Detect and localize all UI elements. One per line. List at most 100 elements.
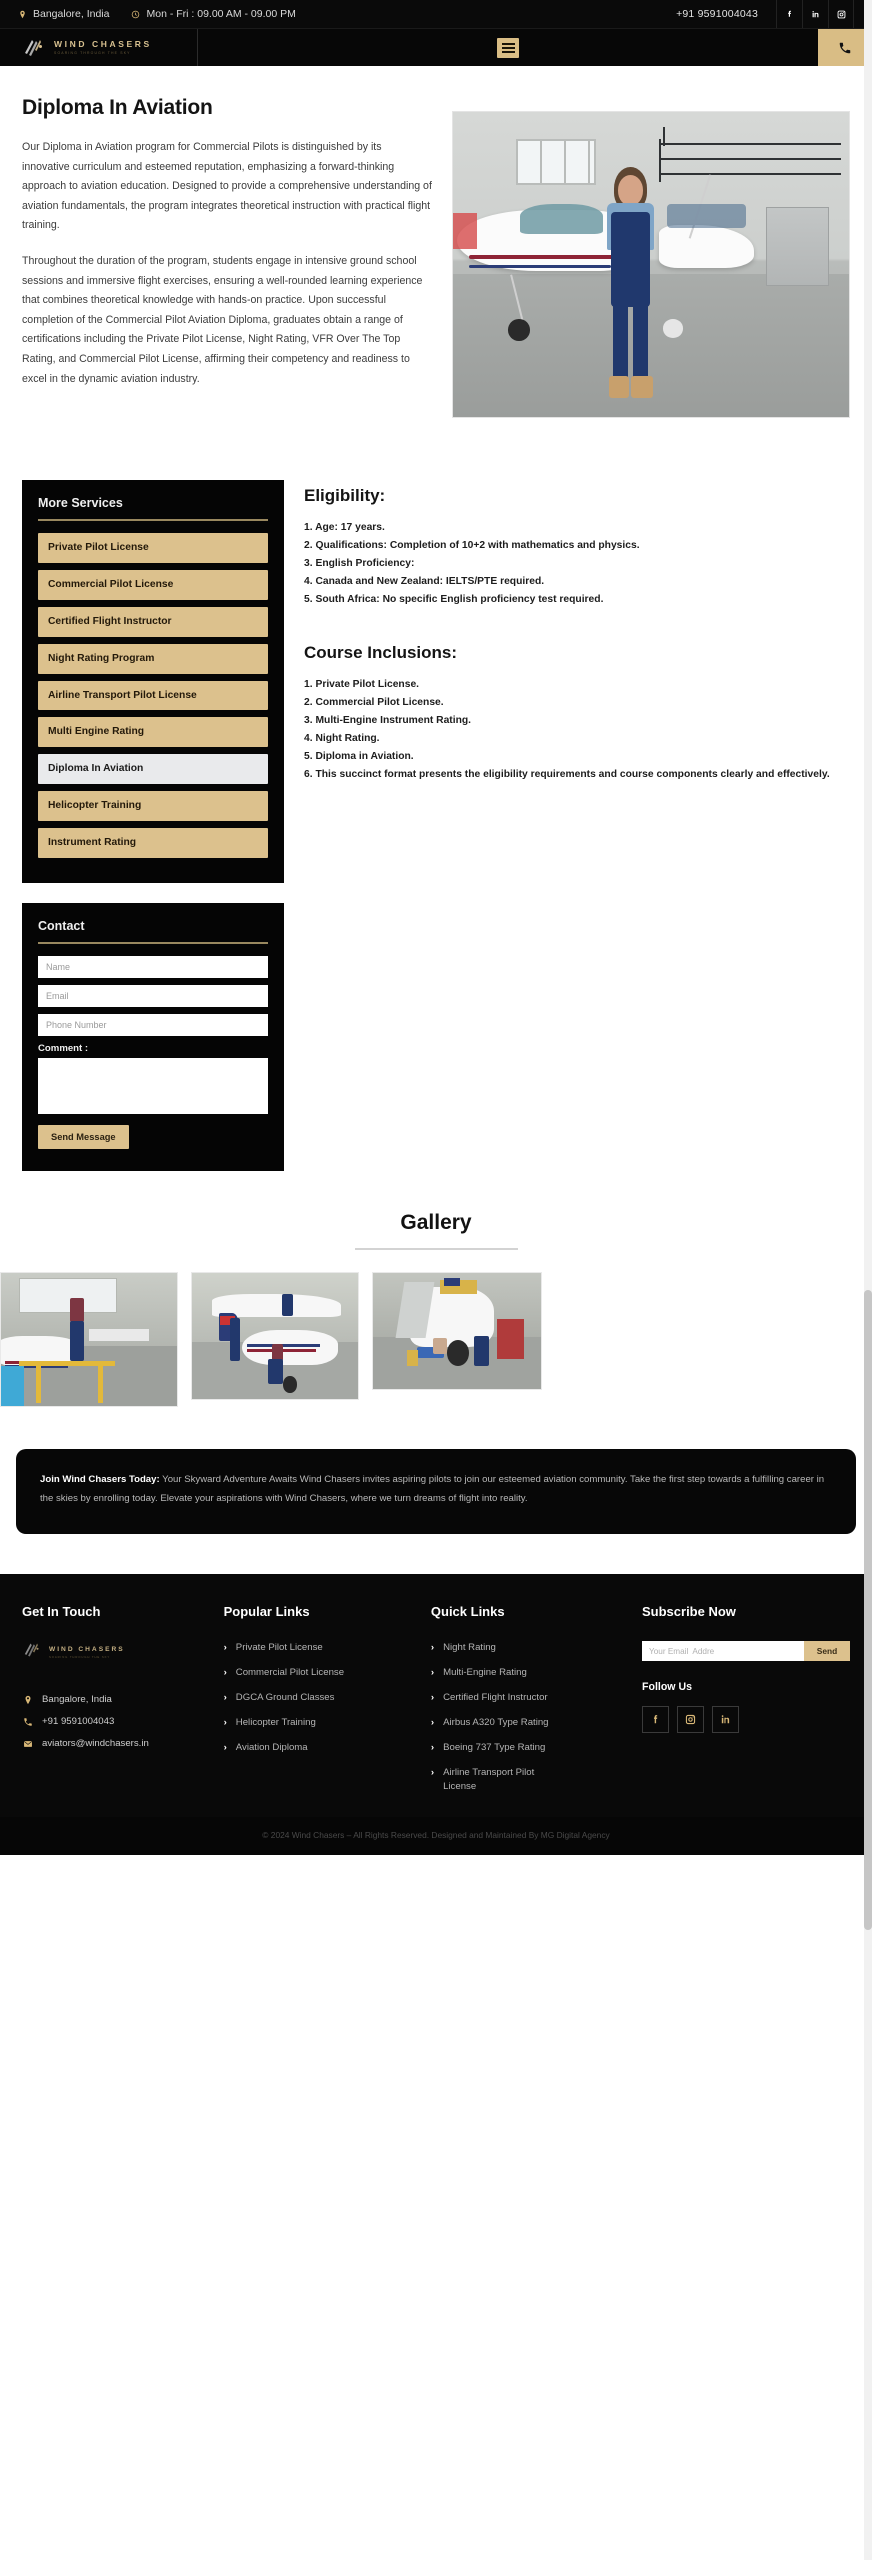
service-item-active[interactable]: Diploma In Aviation: [38, 754, 268, 785]
service-item[interactable]: Airline Transport Pilot License: [38, 680, 268, 711]
chevron-right-icon: ›: [223, 1717, 227, 1729]
chevron-right-icon: ›: [223, 1692, 227, 1704]
clock-icon: [131, 10, 140, 19]
chevron-right-icon: ›: [430, 1667, 435, 1679]
eligibility-list: 1. Age: 17 years. 2. Qualifications: Com…: [304, 519, 850, 609]
topbar-phone[interactable]: +91 9591004043: [676, 8, 758, 20]
topbar-location-text: Bangalore, India: [33, 8, 110, 20]
cta-lead: Join Wind Chasers Today:: [40, 1474, 160, 1486]
logo-name-text: WIND CHASERS: [54, 39, 152, 50]
footer-link-label: Helicopter Training: [235, 1717, 316, 1729]
footer-popular-links-title: Popular Links: [223, 1604, 310, 1620]
footer-get-in-touch: Get In Touch WIND CHASERS SOARING THROUG…: [22, 1604, 224, 1804]
footer-link[interactable]: › Airbus A320 Type Rating: [431, 1716, 642, 1730]
footer-email[interactable]: aviators@windchasers.in: [22, 1738, 224, 1749]
footer-logo-wordmark: WIND CHASERS SOARING THROUGH THE SKY: [49, 1645, 125, 1660]
footer-email-text: aviators@windchasers.in: [42, 1738, 149, 1750]
subscribe-email-input[interactable]: [642, 1641, 804, 1662]
gallery-image-1[interactable]: [0, 1272, 178, 1408]
course-inclusions-list: 1. Private Pilot License. 2. Commercial …: [304, 676, 850, 784]
hero-paragraph-1: Our Diploma in Aviation program for Comm…: [22, 141, 432, 232]
top-info-bar: Bangalore, India Mon - Fri : 09.00 AM - …: [0, 0, 872, 28]
footer-link[interactable]: › Boeing 737 Type Rating: [431, 1741, 642, 1755]
email-field[interactable]: [38, 985, 268, 1008]
footer-link[interactable]: › Certified Flight Instructor: [431, 1691, 642, 1705]
footer-link[interactable]: › Airline Transport Pilot License: [431, 1766, 642, 1794]
phone-icon: [22, 1717, 33, 1727]
nav-center-area: [198, 29, 818, 66]
footer-link[interactable]: › Aviation Diploma: [224, 1741, 431, 1755]
footer-subscribe: Subscribe Now Send Follow Us: [642, 1604, 850, 1804]
page-scrollbar-thumb[interactable]: [864, 1290, 872, 1930]
right-content-column: Eligibility: 1. Age: 17 years. 2. Qualif…: [304, 480, 850, 784]
main-content: More Services Private Pilot License Comm…: [0, 418, 872, 1172]
footer-link[interactable]: › Commercial Pilot License: [224, 1666, 431, 1680]
course-inclusions-title: Course Inclusions:: [304, 643, 458, 663]
more-services-panel: More Services Private Pilot License Comm…: [22, 480, 284, 884]
service-item[interactable]: Multi Engine Rating: [38, 717, 268, 748]
footer-social-links: [642, 1706, 850, 1734]
footer-link[interactable]: › Private Pilot License: [224, 1641, 431, 1655]
phone-field[interactable]: [38, 1014, 268, 1037]
facebook-icon[interactable]: [776, 0, 802, 28]
course-inclusion-item: 6. This succinct format presents the eli…: [304, 769, 830, 781]
contact-form-panel: Contact Comment : Send Message: [22, 903, 284, 1172]
service-item[interactable]: Certified Flight Instructor: [38, 606, 268, 637]
service-item[interactable]: Commercial Pilot License: [38, 569, 268, 600]
hero-section: Diploma In Aviation Our Diploma in Aviat…: [0, 66, 872, 418]
cta-section: Join Wind Chasers Today: Your Skyward Ad…: [0, 1415, 872, 1535]
copyright-bar: © 2024 Wind Chasers – All Rights Reserve…: [0, 1816, 872, 1855]
service-item[interactable]: Instrument Rating: [38, 828, 268, 859]
topbar-hours: Mon - Fri : 09.00 AM - 09.00 PM: [131, 8, 296, 20]
instagram-icon[interactable]: [828, 0, 854, 28]
footer-link-label: Private Pilot License: [235, 1642, 323, 1654]
service-item[interactable]: Night Rating Program: [38, 643, 268, 674]
wind-chasers-bird-logo-icon: [22, 1641, 44, 1664]
service-item[interactable]: Helicopter Training: [38, 791, 268, 822]
footer-link-label: Airbus A320 Type Rating: [443, 1717, 549, 1729]
footer-logo[interactable]: WIND CHASERS SOARING THROUGH THE SKY: [22, 1641, 224, 1664]
send-message-button[interactable]: Send Message: [38, 1125, 129, 1150]
footer-logo-tagline: SOARING THROUGH THE SKY: [49, 1655, 111, 1660]
linkedin-icon[interactable]: [712, 1706, 739, 1734]
service-item[interactable]: Private Pilot License: [38, 533, 268, 563]
logo-tagline-text: SOARING THROUGH THE SKY: [54, 50, 131, 55]
footer-link[interactable]: › Multi-Engine Rating: [431, 1666, 642, 1680]
comment-textarea[interactable]: [38, 1058, 268, 1115]
gallery-image-2[interactable]: [191, 1272, 359, 1401]
linkedin-icon[interactable]: [802, 0, 828, 28]
eligibility-item: 4. Canada and New Zealand: IELTS/PTE req…: [304, 576, 545, 588]
footer-phone[interactable]: +91 9591004043: [22, 1716, 224, 1727]
name-field[interactable]: [38, 956, 268, 979]
contact-divider: [38, 942, 268, 945]
footer-link-label: DGCA Ground Classes: [235, 1692, 335, 1704]
footer-quick-links-title: Quick Links: [430, 1604, 505, 1620]
footer-get-in-touch-title: Get In Touch: [22, 1604, 101, 1620]
more-services-title: More Services: [38, 496, 123, 510]
facebook-icon[interactable]: [642, 1706, 669, 1734]
site-logo[interactable]: WIND CHASERS SOARING THROUGH THE SKY: [0, 29, 198, 66]
footer-link[interactable]: › Night Rating: [431, 1641, 642, 1655]
subscribe-form: Send: [642, 1641, 850, 1662]
instagram-icon[interactable]: [677, 1706, 704, 1734]
page-scrollbar-track[interactable]: [864, 0, 872, 2560]
subscribe-send-button[interactable]: Send: [804, 1641, 850, 1662]
footer-popular-links: Popular Links › Private Pilot License › Co…: [224, 1604, 431, 1804]
hamburger-icon[interactable]: [497, 37, 519, 58]
course-inclusion-item: 3. Multi-Engine Instrument Rating.: [304, 715, 472, 727]
eligibility-item: 1. Age: 17 years.: [304, 522, 385, 533]
footer-logo-name: WIND CHASERS: [49, 1645, 125, 1653]
contact-title: Contact: [38, 919, 85, 934]
footer-quick-links: Quick Links › Night Rating › Multi-Engine …: [431, 1604, 642, 1804]
footer-link[interactable]: › Helicopter Training: [224, 1716, 431, 1730]
footer-address: Bangalore, India: [22, 1694, 224, 1705]
course-inclusion-item: 2. Commercial Pilot License.: [304, 697, 444, 709]
footer-phone-text: +91 9591004043: [42, 1716, 115, 1728]
gallery-section: Gallery: [0, 1211, 872, 1415]
footer-link-label: Airline Transport Pilot License: [443, 1766, 535, 1792]
hero-text-column: Diploma In Aviation Our Diploma in Aviat…: [22, 96, 432, 418]
gallery-image-3[interactable]: [372, 1272, 542, 1391]
footer-link[interactable]: › DGCA Ground Classes: [224, 1691, 431, 1705]
footer-link-label: Aviation Diploma: [235, 1742, 308, 1754]
